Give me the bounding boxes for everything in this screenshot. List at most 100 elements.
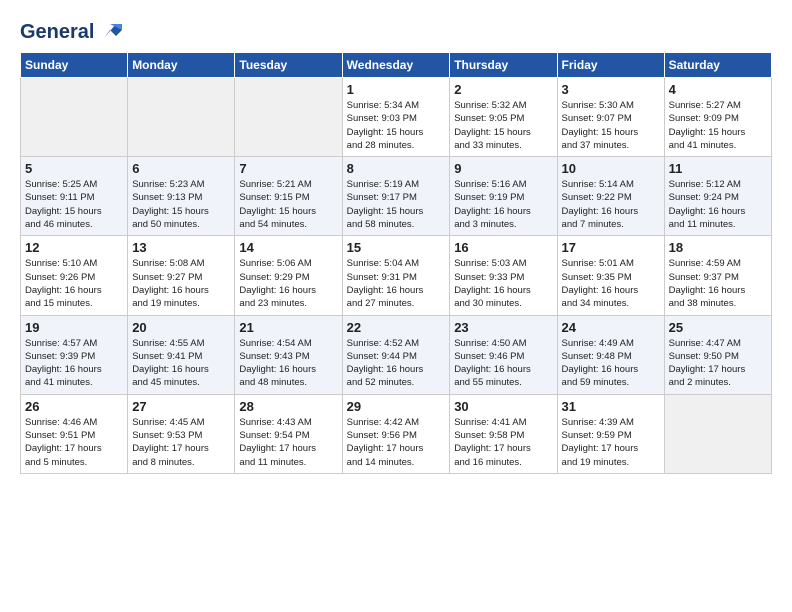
calendar-cell: 14 Sunrise: 5:06 AM Sunset: 9:29 PM Dayli… bbox=[235, 236, 342, 315]
logo-general: General bbox=[20, 21, 94, 43]
day-info: Sunrise: 5:03 AM Sunset: 9:33 PM Dayligh… bbox=[454, 257, 552, 310]
calendar-week-row: 26 Sunrise: 4:46 AM Sunset: 9:51 PM Dayli… bbox=[21, 394, 772, 473]
calendar-cell: 29 Sunrise: 4:42 AM Sunset: 9:56 PM Dayli… bbox=[342, 394, 450, 473]
page-header: General bbox=[20, 20, 772, 42]
day-number: 10 bbox=[562, 161, 660, 176]
day-info: Sunrise: 5:23 AM Sunset: 9:13 PM Dayligh… bbox=[132, 178, 230, 231]
day-number: 6 bbox=[132, 161, 230, 176]
calendar-cell: 18 Sunrise: 4:59 AM Sunset: 9:37 PM Dayli… bbox=[664, 236, 771, 315]
day-number: 27 bbox=[132, 399, 230, 414]
day-number: 22 bbox=[347, 320, 446, 335]
day-info: Sunrise: 4:54 AM Sunset: 9:43 PM Dayligh… bbox=[239, 337, 337, 390]
day-number: 14 bbox=[239, 240, 337, 255]
day-number: 4 bbox=[669, 82, 767, 97]
day-info: Sunrise: 5:10 AM Sunset: 9:26 PM Dayligh… bbox=[25, 257, 123, 310]
day-number: 19 bbox=[25, 320, 123, 335]
weekday-header-tuesday: Tuesday bbox=[235, 53, 342, 78]
day-info: Sunrise: 5:30 AM Sunset: 9:07 PM Dayligh… bbox=[562, 99, 660, 152]
day-number: 9 bbox=[454, 161, 552, 176]
day-number: 26 bbox=[25, 399, 123, 414]
calendar-cell: 5 Sunrise: 5:25 AM Sunset: 9:11 PM Daylig… bbox=[21, 157, 128, 236]
day-number: 15 bbox=[347, 240, 446, 255]
day-info: Sunrise: 4:42 AM Sunset: 9:56 PM Dayligh… bbox=[347, 416, 446, 469]
day-number: 5 bbox=[25, 161, 123, 176]
day-number: 24 bbox=[562, 320, 660, 335]
day-info: Sunrise: 5:04 AM Sunset: 9:31 PM Dayligh… bbox=[347, 257, 446, 310]
day-info: Sunrise: 5:19 AM Sunset: 9:17 PM Dayligh… bbox=[347, 178, 446, 231]
day-number: 18 bbox=[669, 240, 767, 255]
day-number: 21 bbox=[239, 320, 337, 335]
day-info: Sunrise: 4:49 AM Sunset: 9:48 PM Dayligh… bbox=[562, 337, 660, 390]
day-info: Sunrise: 4:50 AM Sunset: 9:46 PM Dayligh… bbox=[454, 337, 552, 390]
day-info: Sunrise: 5:21 AM Sunset: 9:15 PM Dayligh… bbox=[239, 178, 337, 231]
calendar-cell: 13 Sunrise: 5:08 AM Sunset: 9:27 PM Dayli… bbox=[128, 236, 235, 315]
weekday-header-sunday: Sunday bbox=[21, 53, 128, 78]
calendar-cell: 11 Sunrise: 5:12 AM Sunset: 9:24 PM Dayli… bbox=[664, 157, 771, 236]
calendar-cell: 10Sunrise: 5:14 AM Sunset: 9:22 PM Dayli… bbox=[557, 157, 664, 236]
weekday-header-wednesday: Wednesday bbox=[342, 53, 450, 78]
day-info: Sunrise: 5:12 AM Sunset: 9:24 PM Dayligh… bbox=[669, 178, 767, 231]
calendar-week-row: 12 Sunrise: 5:10 AM Sunset: 9:26 PM Dayli… bbox=[21, 236, 772, 315]
calendar-cell: 6 Sunrise: 5:23 AM Sunset: 9:13 PM Daylig… bbox=[128, 157, 235, 236]
calendar-cell: 1 Sunrise: 5:34 AM Sunset: 9:03 PM Daylig… bbox=[342, 78, 450, 157]
calendar-week-row: 19 Sunrise: 4:57 AM Sunset: 9:39 PM Dayli… bbox=[21, 315, 772, 394]
day-info: Sunrise: 4:57 AM Sunset: 9:39 PM Dayligh… bbox=[25, 337, 123, 390]
day-number: 8 bbox=[347, 161, 446, 176]
logo-icon bbox=[96, 16, 124, 44]
logo: General bbox=[20, 20, 124, 42]
day-number: 3 bbox=[562, 82, 660, 97]
calendar-cell: 21 Sunrise: 4:54 AM Sunset: 9:43 PM Dayli… bbox=[235, 315, 342, 394]
calendar-cell: 23 Sunrise: 4:50 AM Sunset: 9:46 PM Dayli… bbox=[450, 315, 557, 394]
calendar-cell: 12 Sunrise: 5:10 AM Sunset: 9:26 PM Dayli… bbox=[21, 236, 128, 315]
day-number: 12 bbox=[25, 240, 123, 255]
calendar-cell: 28Sunrise: 4:43 AM Sunset: 9:54 PM Dayli… bbox=[235, 394, 342, 473]
day-info: Sunrise: 4:45 AM Sunset: 9:53 PM Dayligh… bbox=[132, 416, 230, 469]
day-number: 7 bbox=[239, 161, 337, 176]
calendar-cell: 30 Sunrise: 4:41 AM Sunset: 9:58 PM Dayli… bbox=[450, 394, 557, 473]
calendar-cell: 26 Sunrise: 4:46 AM Sunset: 9:51 PM Dayli… bbox=[21, 394, 128, 473]
day-number: 17 bbox=[562, 240, 660, 255]
day-number: 1 bbox=[347, 82, 446, 97]
calendar-cell: 8 Sunrise: 5:19 AM Sunset: 9:17 PM Daylig… bbox=[342, 157, 450, 236]
day-info: Sunrise: 4:41 AM Sunset: 9:58 PM Dayligh… bbox=[454, 416, 552, 469]
day-info: Sunrise: 5:16 AM Sunset: 9:19 PM Dayligh… bbox=[454, 178, 552, 231]
calendar-cell: 24 Sunrise: 4:49 AM Sunset: 9:48 PM Dayli… bbox=[557, 315, 664, 394]
calendar-cell: 9 Sunrise: 5:16 AM Sunset: 9:19 PM Daylig… bbox=[450, 157, 557, 236]
day-info: Sunrise: 5:25 AM Sunset: 9:11 PM Dayligh… bbox=[25, 178, 123, 231]
calendar-week-row: 1 Sunrise: 5:34 AM Sunset: 9:03 PM Daylig… bbox=[21, 78, 772, 157]
calendar-cell: 16Sunrise: 5:03 AM Sunset: 9:33 PM Dayli… bbox=[450, 236, 557, 315]
day-number: 29 bbox=[347, 399, 446, 414]
calendar-cell bbox=[664, 394, 771, 473]
calendar-cell bbox=[21, 78, 128, 157]
day-info: Sunrise: 5:27 AM Sunset: 9:09 PM Dayligh… bbox=[669, 99, 767, 152]
day-number: 30 bbox=[454, 399, 552, 414]
day-number: 11 bbox=[669, 161, 767, 176]
calendar-cell: 17Sunrise: 5:01 AM Sunset: 9:35 PM Dayli… bbox=[557, 236, 664, 315]
day-info: Sunrise: 5:06 AM Sunset: 9:29 PM Dayligh… bbox=[239, 257, 337, 310]
weekday-header-monday: Monday bbox=[128, 53, 235, 78]
weekday-header-friday: Friday bbox=[557, 53, 664, 78]
weekday-header-row: SundayMondayTuesdayWednesdayThursdayFrid… bbox=[21, 53, 772, 78]
day-number: 23 bbox=[454, 320, 552, 335]
day-info: Sunrise: 4:46 AM Sunset: 9:51 PM Dayligh… bbox=[25, 416, 123, 469]
calendar-cell bbox=[128, 78, 235, 157]
calendar-cell: 27 Sunrise: 4:45 AM Sunset: 9:53 PM Dayli… bbox=[128, 394, 235, 473]
calendar-cell: 20 Sunrise: 4:55 AM Sunset: 9:41 PM Dayli… bbox=[128, 315, 235, 394]
day-info: Sunrise: 4:52 AM Sunset: 9:44 PM Dayligh… bbox=[347, 337, 446, 390]
calendar-cell: 15 Sunrise: 5:04 AM Sunset: 9:31 PM Dayli… bbox=[342, 236, 450, 315]
calendar-cell: 31Sunrise: 4:39 AM Sunset: 9:59 PM Dayli… bbox=[557, 394, 664, 473]
day-info: Sunrise: 4:55 AM Sunset: 9:41 PM Dayligh… bbox=[132, 337, 230, 390]
day-info: Sunrise: 4:47 AM Sunset: 9:50 PM Dayligh… bbox=[669, 337, 767, 390]
day-number: 25 bbox=[669, 320, 767, 335]
day-info: Sunrise: 4:59 AM Sunset: 9:37 PM Dayligh… bbox=[669, 257, 767, 310]
day-info: Sunrise: 5:34 AM Sunset: 9:03 PM Dayligh… bbox=[347, 99, 446, 152]
day-info: Sunrise: 5:08 AM Sunset: 9:27 PM Dayligh… bbox=[132, 257, 230, 310]
day-number: 13 bbox=[132, 240, 230, 255]
weekday-header-saturday: Saturday bbox=[664, 53, 771, 78]
weekday-header-thursday: Thursday bbox=[450, 53, 557, 78]
day-info: Sunrise: 4:43 AM Sunset: 9:54 PM Dayligh… bbox=[239, 416, 337, 469]
calendar-table: SundayMondayTuesdayWednesdayThursdayFrid… bbox=[20, 52, 772, 474]
day-number: 20 bbox=[132, 320, 230, 335]
calendar-week-row: 5 Sunrise: 5:25 AM Sunset: 9:11 PM Daylig… bbox=[21, 157, 772, 236]
calendar-cell bbox=[235, 78, 342, 157]
